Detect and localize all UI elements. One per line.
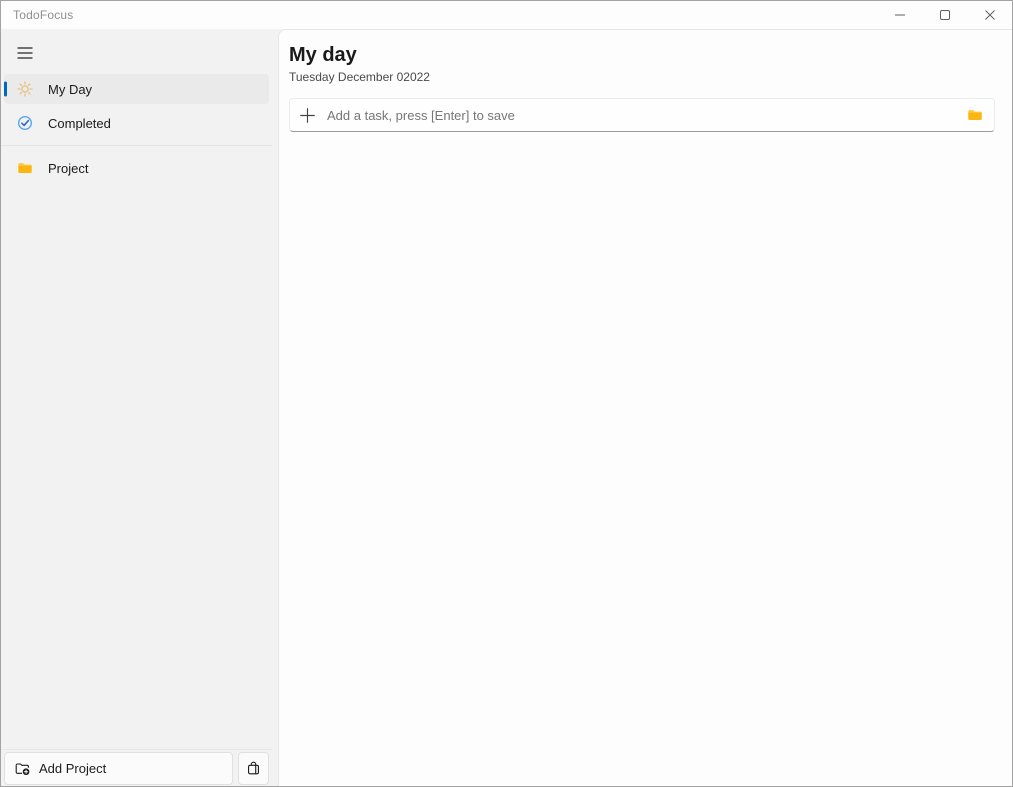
bag-button[interactable]: [238, 752, 269, 785]
page-title: My day: [289, 44, 357, 66]
folder-icon: [16, 159, 34, 177]
sidebar-footer: Add Project: [1, 749, 272, 786]
minimize-icon: [894, 9, 906, 21]
close-icon: [984, 9, 996, 21]
content-area: My day Tuesday December 02022: [272, 29, 1012, 786]
sidebar-item-project[interactable]: Project: [4, 153, 269, 183]
project-list: Project: [1, 153, 272, 183]
content-card: My day Tuesday December 02022: [278, 29, 1012, 786]
add-task-input[interactable]: [327, 107, 956, 123]
hamburger-icon: [17, 46, 33, 60]
folder-plus-icon: [14, 760, 31, 777]
add-project-label: Add Project: [39, 761, 107, 776]
sun-icon: [16, 80, 34, 98]
sidebar-item-my-day[interactable]: My Day: [4, 74, 269, 104]
add-task-row: [289, 98, 995, 132]
selection-accent-bar: [4, 81, 7, 97]
shopping-bag-icon: [245, 760, 262, 777]
window-body: My Day Completed Project Add Project My …: [1, 29, 1012, 786]
sidebar-divider: [1, 145, 272, 146]
check-circle-icon: [16, 114, 34, 132]
maximize-icon: [939, 9, 951, 21]
sidebar-item-completed[interactable]: Completed: [4, 108, 269, 138]
add-project-button[interactable]: Add Project: [4, 752, 233, 785]
titlebar: TodoFocus: [1, 1, 1012, 29]
plus-icon: [298, 106, 317, 125]
minimize-button[interactable]: [877, 1, 922, 29]
sidebar-nav: My Day Completed: [1, 74, 272, 138]
sidebar-item-label: My Day: [48, 81, 93, 97]
sidebar-item-label: Completed: [48, 115, 111, 131]
close-button[interactable]: [967, 1, 1012, 29]
page-date: Tuesday December 02022: [289, 70, 430, 84]
sidebar: My Day Completed Project Add Project: [1, 29, 272, 786]
app-window: TodoFocus My Day Completed Project Add P…: [0, 0, 1013, 787]
hamburger-menu-button[interactable]: [5, 36, 45, 70]
sidebar-item-label: Project: [48, 160, 89, 176]
maximize-button[interactable]: [922, 1, 967, 29]
task-folder-icon[interactable]: [966, 106, 984, 124]
app-title: TodoFocus: [13, 8, 74, 22]
